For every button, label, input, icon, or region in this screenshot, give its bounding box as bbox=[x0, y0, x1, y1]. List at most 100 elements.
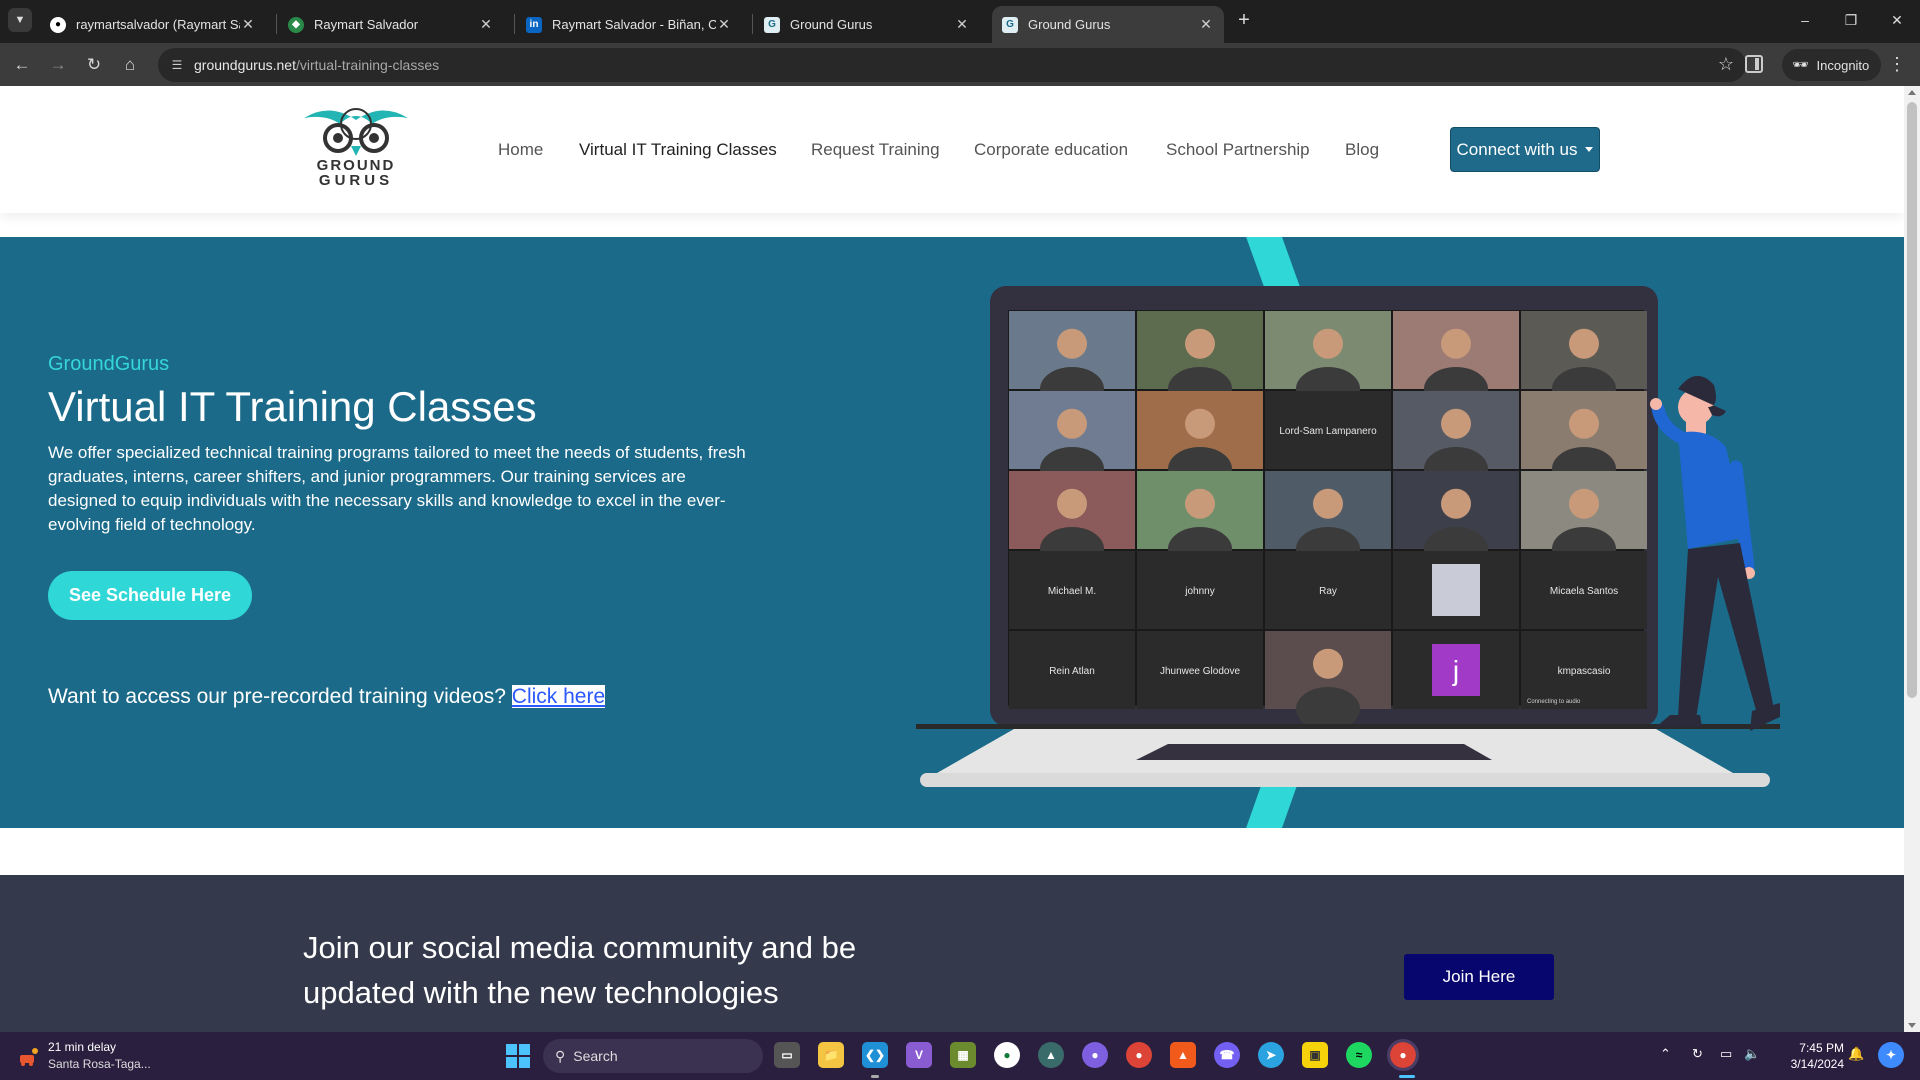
participant-status: Connecting to audio bbox=[1527, 699, 1581, 705]
close-tab-icon[interactable]: ✕ bbox=[716, 16, 732, 33]
vscode-icon[interactable]: ❮❯ bbox=[862, 1042, 888, 1068]
nav-virtual-training[interactable]: Virtual IT Training Classes bbox=[579, 140, 777, 160]
participant-name: johnny bbox=[1184, 586, 1214, 597]
logo-wordmark: GROUND GURUS bbox=[316, 157, 396, 189]
join-here-button[interactable]: Join Here bbox=[1404, 954, 1554, 1000]
recorded-videos-prompt: Want to access our pre-recorded training… bbox=[48, 685, 606, 708]
participant-face bbox=[1569, 488, 1599, 519]
groundgurus-logo[interactable]: GROUND GURUS bbox=[300, 100, 412, 200]
viber-icon[interactable]: ☎ bbox=[1214, 1042, 1240, 1068]
close-tab-icon[interactable]: ✕ bbox=[954, 16, 970, 33]
participant-face bbox=[1057, 488, 1087, 519]
home-icon[interactable]: ⌂ bbox=[116, 51, 144, 79]
recorded-videos-link[interactable]: Click here bbox=[511, 685, 606, 708]
owl-logo-icon bbox=[304, 108, 408, 156]
traffic-icon bbox=[20, 1048, 38, 1066]
address-bar[interactable]: ☰ groundgurus.net/virtual-training-class… bbox=[158, 48, 1746, 82]
sticky-notes-icon[interactable]: ▣ bbox=[1302, 1042, 1328, 1068]
minimize-icon[interactable]: – bbox=[1782, 0, 1828, 40]
participant-name: Lord-Sam Lampanero bbox=[1279, 426, 1377, 437]
app-icon[interactable]: ▦ bbox=[950, 1042, 976, 1068]
task-view-icon[interactable]: ▭ bbox=[774, 1042, 800, 1068]
scroll-up-icon[interactable] bbox=[1908, 90, 1916, 95]
participant-face bbox=[1185, 328, 1215, 359]
participant-name: Jhunwee Glodove bbox=[1160, 666, 1240, 677]
browser-tab-groundgurus[interactable]: G Ground Gurus ✕ bbox=[754, 6, 980, 43]
tab-title: Raymart Salvador - Biñan, Calab bbox=[552, 17, 716, 32]
volume-icon[interactable]: 🔈 bbox=[1744, 1046, 1760, 1062]
tab-title: Ground Gurus bbox=[790, 17, 873, 32]
close-tab-icon[interactable]: ✕ bbox=[1198, 16, 1214, 33]
participant-name: Rein Atlan bbox=[1049, 666, 1095, 677]
visual-studio-icon[interactable]: V bbox=[906, 1042, 932, 1068]
sync-icon[interactable]: ↻ bbox=[1692, 1046, 1703, 1062]
browser-tab-github[interactable]: ● raymartsalvador (Raymart Salva ✕ bbox=[40, 6, 266, 43]
incognito-indicator[interactable]: 🕶 Incognito bbox=[1782, 49, 1882, 81]
nav-request-training[interactable]: Request Training bbox=[811, 140, 940, 160]
bookmark-star-icon[interactable]: ☆ bbox=[1718, 54, 1734, 75]
community-section: Join our social media community and be u… bbox=[0, 875, 1904, 1032]
site-header: GROUND GURUS Home Virtual IT Training Cl… bbox=[0, 86, 1904, 213]
brave-icon[interactable]: ▲ bbox=[1170, 1042, 1196, 1068]
scroll-thumb[interactable] bbox=[1907, 102, 1917, 698]
forward-arrow-icon[interactable]: → bbox=[44, 51, 72, 79]
nav-blog[interactable]: Blog bbox=[1345, 140, 1379, 160]
telegram-icon[interactable]: ➤ bbox=[1258, 1042, 1284, 1068]
close-tab-icon[interactable]: ✕ bbox=[478, 16, 494, 33]
mongodb-icon[interactable]: ● bbox=[994, 1042, 1020, 1068]
tab-search-button[interactable]: ▼ bbox=[8, 8, 32, 32]
groundgurus-icon: G bbox=[764, 16, 780, 33]
caret-down-icon bbox=[1585, 147, 1594, 152]
page-scrollbar[interactable] bbox=[1904, 86, 1920, 1032]
participant-face bbox=[1313, 328, 1343, 359]
windows-start-icon[interactable] bbox=[506, 1044, 530, 1068]
browser-tab-linkedin[interactable]: in Raymart Salvador - Biñan, Calab ✕ bbox=[516, 6, 742, 43]
close-tab-icon[interactable]: ✕ bbox=[240, 16, 256, 33]
tab-title: Raymart Salvador bbox=[314, 17, 419, 32]
participant-face bbox=[1313, 648, 1343, 679]
traffic-widget[interactable]: 21 min delay Santa Rosa-Taga... bbox=[16, 1040, 151, 1071]
tray-overflow-icon[interactable]: ⌃ bbox=[1660, 1046, 1671, 1062]
see-schedule-button[interactable]: See Schedule Here bbox=[48, 571, 252, 620]
close-window-icon[interactable]: ✕ bbox=[1874, 0, 1920, 40]
participant-face bbox=[1569, 408, 1599, 439]
chrome-active-icon[interactable]: ● bbox=[1387, 1039, 1419, 1071]
participant-face bbox=[1185, 488, 1215, 519]
site-icon: ◆ bbox=[288, 16, 304, 33]
nav-corporate-education[interactable]: Corporate education bbox=[974, 140, 1128, 160]
taskbar-search[interactable]: ⚲ Search bbox=[543, 1039, 763, 1073]
traffic-location: Santa Rosa-Taga... bbox=[48, 1057, 151, 1071]
hero-description: We offer specialized technical training … bbox=[48, 443, 746, 534]
spotify-icon[interactable]: ≈ bbox=[1346, 1042, 1372, 1068]
github-desktop-icon[interactable]: ● bbox=[1082, 1042, 1108, 1068]
incognito-label: Incognito bbox=[1816, 57, 1870, 73]
participant-name: Micaela Santos bbox=[1550, 586, 1618, 597]
back-arrow-icon[interactable]: ← bbox=[8, 51, 36, 79]
file-explorer-icon[interactable]: 📁 bbox=[818, 1042, 844, 1068]
network-icon[interactable]: ▭ bbox=[1720, 1046, 1732, 1062]
connect-with-us-button[interactable]: Connect with us bbox=[1450, 127, 1600, 172]
chrome-icon[interactable]: ● bbox=[1126, 1042, 1152, 1068]
scroll-down-icon[interactable] bbox=[1908, 1023, 1916, 1028]
system-clock[interactable]: 7:45 PM 3/14/2024 bbox=[1768, 1040, 1844, 1072]
standing-person-illustration bbox=[1650, 375, 1780, 731]
reload-icon[interactable]: ↻ bbox=[80, 51, 108, 79]
participant-face bbox=[1057, 408, 1087, 439]
browser-menu-icon[interactable]: ⋮ bbox=[1888, 53, 1906, 75]
tab-title: Ground Gurus bbox=[1028, 17, 1111, 32]
connect-label: Connect with us bbox=[1456, 139, 1578, 159]
browser-tab-raymart[interactable]: ◆ Raymart Salvador ✕ bbox=[278, 6, 504, 43]
linkedin-icon: in bbox=[526, 16, 542, 33]
github-icon: ● bbox=[50, 16, 66, 33]
new-tab-button[interactable]: + bbox=[1232, 8, 1256, 32]
app-icon-2[interactable]: ▲ bbox=[1038, 1042, 1064, 1068]
nav-home[interactable]: Home bbox=[498, 140, 543, 160]
browser-tab-groundgurus-active[interactable]: G Ground Gurus ✕ bbox=[992, 6, 1224, 43]
restore-icon[interactable]: ❐ bbox=[1828, 0, 1874, 40]
site-info-icon[interactable]: ☰ bbox=[168, 56, 186, 74]
nav-school-partnership[interactable]: School Partnership bbox=[1166, 140, 1310, 160]
copilot-icon[interactable]: ✦ bbox=[1878, 1042, 1904, 1068]
side-panel-icon[interactable] bbox=[1745, 55, 1763, 73]
notification-bell-icon[interactable]: 🔔 bbox=[1848, 1046, 1864, 1062]
participant-face bbox=[1441, 488, 1471, 519]
